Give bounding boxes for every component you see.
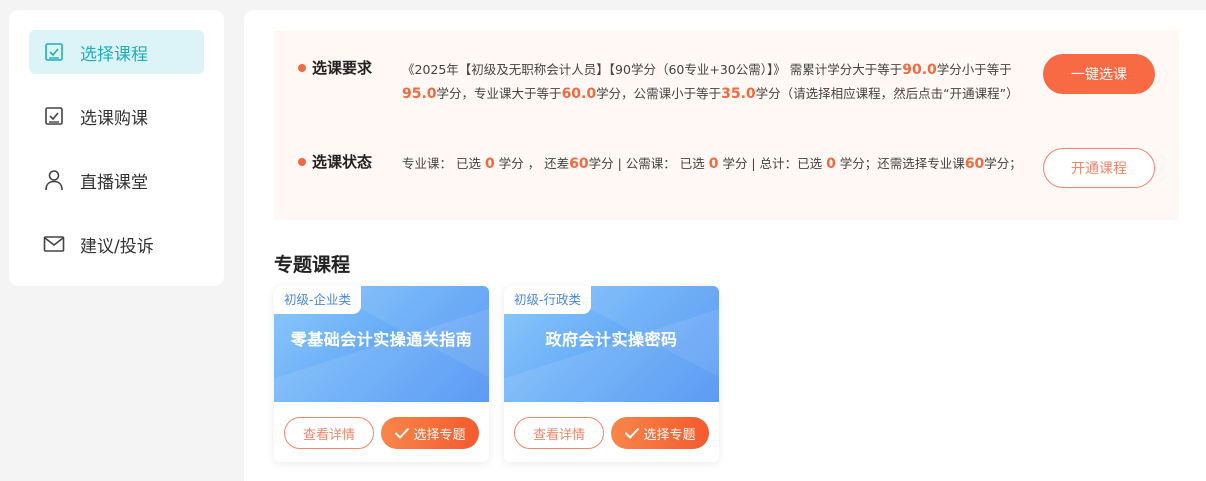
bullet-dot (298, 158, 306, 166)
sidebar-item-buy-course[interactable]: 选课购课 (29, 94, 204, 138)
select-topic-button[interactable]: 选择专题 (611, 417, 709, 449)
requirement-box: 选课要求 《2025年【初级及无职称会计人员】【90学分（60专业+30公需）】… (274, 30, 1179, 220)
course-title: 政府会计实操密码 (545, 330, 678, 349)
checklist-icon (43, 105, 65, 127)
select-topic-label: 选择专题 (643, 427, 696, 443)
one-click-select-button[interactable]: 一键选课 (1043, 54, 1155, 94)
sidebar-item-label: 选择课程 (80, 44, 148, 65)
check-icon (625, 427, 640, 439)
sidebar-item-label: 选课购课 (80, 108, 148, 129)
min-credits: 90.0 (902, 62, 937, 78)
main-panel: 选课要求 《2025年【初级及无职称会计人员】【90学分（60专业+30公需）】… (244, 10, 1206, 481)
user-icon (43, 169, 65, 191)
activate-course-button[interactable]: 开通课程 (1043, 148, 1155, 188)
check-icon (395, 427, 410, 439)
section-title: 专题课程 (274, 254, 351, 276)
card-actions: 查看详情 选择专题 (284, 417, 480, 449)
view-details-button[interactable]: 查看详情 (514, 417, 604, 449)
sidebar-item-label: 直播课堂 (80, 172, 148, 193)
course-title: 零基础会计实操通关指南 (290, 330, 473, 349)
sidebar-item-live-class[interactable]: 直播课堂 (29, 158, 204, 202)
status-title: 选课状态 (312, 153, 373, 171)
requirement-text: 《2025年【初级及无职称会计人员】【90学分（60专业+30公需）】》 需累计… (402, 62, 1019, 102)
course-card[interactable]: 初级-行政类 政府会计实操密码 查看详情 选择专题 (504, 286, 719, 462)
select-topic-button[interactable]: 选择专题 (381, 417, 479, 449)
professional-min: 60.0 (561, 86, 597, 102)
sidebar-item-select-course[interactable]: 选择课程 (29, 30, 204, 74)
mail-icon (43, 233, 65, 255)
select-topic-label: 选择专题 (413, 427, 466, 443)
sidebar-item-feedback[interactable]: 建议/投诉 (29, 222, 204, 266)
view-details-button[interactable]: 查看详情 (284, 417, 374, 449)
checklist-icon (43, 41, 65, 63)
card-actions: 查看详情 选择专题 (514, 417, 710, 449)
status-text: 专业课： 已选 0 学分 ， 还差60学分 | 公需课： 已选 0 学分 | 总… (402, 156, 1022, 172)
sidebar: 选择课程 选课购课 直播课堂 建议/投诉 (9, 10, 224, 286)
public-max: 35.0 (721, 86, 756, 102)
requirement-title: 选课要求 (312, 59, 373, 77)
course-tag: 初级-企业类 (274, 286, 362, 314)
bullet-dot (298, 64, 306, 72)
max-credits: 95.0 (402, 86, 437, 102)
course-tag: 初级-行政类 (504, 286, 592, 314)
course-card[interactable]: 初级-企业类 零基础会计实操通关指南 查看详情 选择专题 (274, 286, 489, 462)
sidebar-item-label: 建议/投诉 (80, 236, 154, 257)
